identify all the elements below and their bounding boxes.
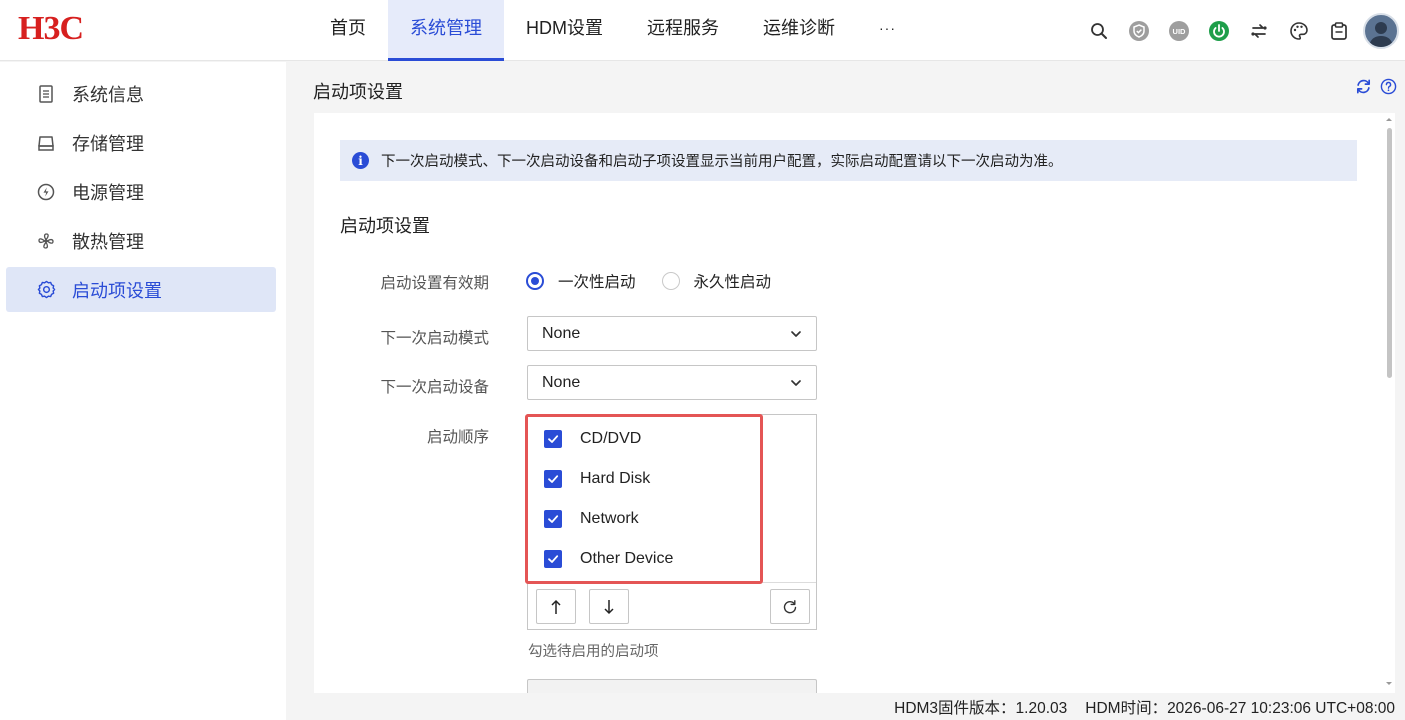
validity-label: 启动设置有效期 — [380, 275, 489, 292]
boot-device-value: None — [542, 373, 581, 391]
checkbox-checked[interactable] — [544, 550, 562, 568]
storage-icon — [36, 133, 56, 153]
sidebar-item-cooling[interactable]: 散热管理 — [6, 218, 276, 263]
status-bar: HDM3固件版本：1.20.03 HDM时间：2026-06-27 10:23:… — [286, 693, 1405, 720]
reset-icon — [783, 599, 797, 613]
nav-maintenance-diagnostics[interactable]: 运维诊断 — [741, 0, 857, 61]
sidebar-item-storage[interactable]: 存储管理 — [6, 120, 276, 165]
scroll-thumb[interactable] — [1387, 128, 1392, 378]
arrow-up-icon — [551, 599, 561, 614]
boot-device-select[interactable]: None — [527, 365, 817, 400]
switch-icon[interactable] — [1239, 11, 1279, 51]
user-avatar[interactable] — [1363, 12, 1399, 49]
clipboard-icon[interactable] — [1319, 11, 1359, 51]
boot-order-item-label: Hard Disk — [580, 470, 651, 487]
boot-mode-label: 下一次启动模式 — [380, 330, 489, 347]
theme-palette-icon[interactable] — [1279, 11, 1319, 51]
boot-order-item-network[interactable]: Network — [544, 507, 639, 531]
checkbox-checked[interactable] — [544, 470, 562, 488]
chevron-down-icon — [791, 331, 801, 337]
boot-order-item-other-device[interactable]: Other Device — [544, 547, 673, 571]
boot-settings-card: i 下一次启动模式、下一次启动设备和启动子项设置显示当前用户配置，实际启动配置请… — [314, 113, 1395, 693]
sidebar: 系统信息 存储管理 电源管理 散热管理 启动项设置 — [0, 62, 286, 720]
boot-order-item-cd-dvd[interactable]: CD/DVD — [544, 427, 641, 451]
gear-icon — [36, 280, 56, 300]
refresh-icon[interactable] — [1355, 78, 1372, 100]
content-scrollbar[interactable] — [1383, 113, 1395, 693]
sidebar-item-label: 系统信息 — [72, 84, 144, 105]
boot-mode-select[interactable]: None — [527, 316, 817, 351]
boot-order-hint: 勾选待启用的启动项 — [528, 644, 659, 660]
sidebar-item-label: 电源管理 — [72, 182, 144, 203]
sidebar-item-label: 散热管理 — [72, 231, 144, 252]
boot-order-label: 启动顺序 — [426, 429, 489, 446]
info-text: 下一次启动模式、下一次启动设备和启动子项设置显示当前用户配置，实际启动配置请以下… — [381, 154, 1063, 170]
hdm-time: HDM时间：2026-06-27 10:23:06 UTC+08:00 — [1085, 699, 1395, 717]
checkbox-checked[interactable] — [544, 510, 562, 528]
search-icon[interactable] — [1079, 11, 1119, 51]
checkbox-checked[interactable] — [544, 430, 562, 448]
document-icon — [36, 84, 56, 104]
boot-device-label: 下一次启动设备 — [380, 379, 489, 396]
nav-remote-services[interactable]: 远程服务 — [625, 0, 741, 61]
main-nav: 首页 系统管理 HDM设置 远程服务 运维诊断 ··· — [308, 0, 918, 61]
move-up-button[interactable] — [536, 589, 576, 624]
boot-order-item-label: Other Device — [580, 550, 674, 567]
nav-home[interactable]: 首页 — [308, 0, 388, 61]
info-icon: i — [352, 152, 369, 169]
validity-radio-group: 一次性启动 永久性启动 — [526, 270, 797, 292]
move-down-button[interactable] — [589, 589, 629, 624]
sidebar-item-label: 存储管理 — [72, 133, 144, 154]
boot-order-toolbar — [528, 582, 816, 629]
page-title: 启动项设置 — [313, 82, 403, 102]
page-title-tools — [1355, 78, 1397, 100]
boot-mode-value: None — [542, 324, 581, 342]
truncated-field — [527, 679, 817, 693]
boot-order-item-hard-disk[interactable]: Hard Disk — [544, 467, 650, 491]
reset-order-button[interactable] — [770, 589, 810, 624]
sidebar-item-system-info[interactable]: 系统信息 — [6, 71, 276, 116]
nav-more[interactable]: ··· — [857, 0, 918, 61]
power-circle-icon — [36, 182, 56, 202]
scroll-down-arrow-icon[interactable] — [1383, 678, 1395, 688]
boot-order-item-label: Network — [580, 510, 639, 527]
header-toolbar: UID — [1079, 0, 1405, 61]
sidebar-item-power[interactable]: 电源管理 — [6, 169, 276, 214]
sidebar-item-boot-settings[interactable]: 启动项设置 — [6, 267, 276, 312]
nav-system-management[interactable]: 系统管理 — [388, 0, 504, 61]
svg-text:H3C: H3C — [18, 12, 83, 42]
radio-permanent[interactable] — [661, 272, 680, 290]
h3c-logo[interactable]: H3C — [18, 12, 120, 42]
boot-order-item-label: CD/DVD — [580, 430, 642, 447]
nav-hdm-settings[interactable]: HDM设置 — [504, 0, 625, 61]
power-icon[interactable] — [1199, 11, 1239, 51]
help-icon[interactable] — [1380, 78, 1397, 100]
arrow-down-icon — [604, 599, 614, 614]
chevron-down-icon — [791, 380, 801, 386]
radio-one-time[interactable] — [526, 272, 544, 290]
uid-text: UID — [1173, 27, 1187, 36]
security-shield-icon[interactable] — [1119, 11, 1159, 51]
fan-icon — [36, 231, 56, 251]
uid-icon[interactable]: UID — [1159, 11, 1199, 51]
firmware-version: HDM3固件版本：1.20.03 — [894, 699, 1068, 717]
top-header: H3C 首页 系统管理 HDM设置 远程服务 运维诊断 ··· UID — [0, 0, 1405, 61]
radio-permanent-label[interactable]: 永久性启动 — [694, 270, 772, 292]
info-banner: i 下一次启动模式、下一次启动设备和启动子项设置显示当前用户配置，实际启动配置请… — [340, 140, 1357, 181]
scroll-up-arrow-icon[interactable] — [1383, 115, 1395, 125]
boot-order-list: CD/DVD Hard Disk Network Other Device — [527, 414, 817, 630]
radio-one-time-label[interactable]: 一次性启动 — [558, 270, 636, 292]
section-title: 启动项设置 — [340, 216, 430, 236]
sidebar-item-label: 启动项设置 — [72, 280, 162, 301]
